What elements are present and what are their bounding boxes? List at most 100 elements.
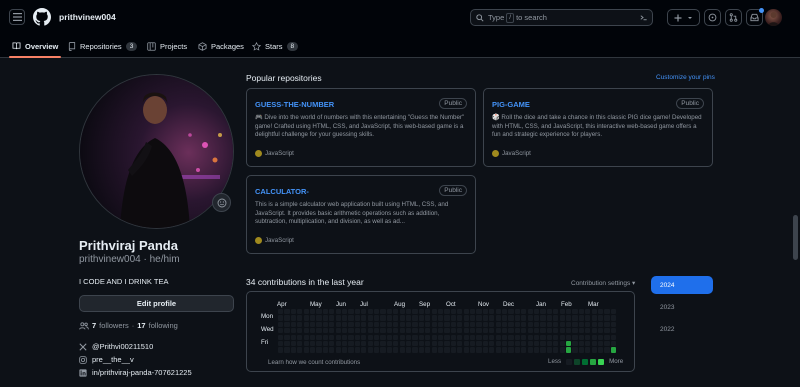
contribution-cell[interactable] (514, 309, 520, 315)
contribution-cell[interactable] (604, 328, 610, 334)
contribution-cell[interactable] (527, 334, 533, 340)
instagram-handle[interactable]: pre__the__v (92, 355, 134, 364)
contribution-cell[interactable] (546, 334, 552, 340)
year-button[interactable]: 2023 (651, 298, 713, 316)
contribution-cell[interactable] (553, 347, 559, 353)
contribution-cell[interactable] (553, 334, 559, 340)
contribution-cell[interactable] (444, 321, 450, 327)
contribution-cell[interactable] (284, 347, 290, 353)
contribution-cell[interactable] (546, 328, 552, 334)
contribution-cell[interactable] (303, 334, 309, 340)
contribution-cell[interactable] (406, 321, 412, 327)
contribution-cell[interactable] (342, 334, 348, 340)
contribution-cell[interactable] (380, 347, 386, 353)
contribution-cell[interactable] (284, 341, 290, 347)
social-linkedin[interactable]: in/prithviraj-panda-707621225 (79, 368, 192, 377)
contribution-cell[interactable] (297, 341, 303, 347)
contribution-cell[interactable] (610, 315, 616, 321)
contribution-cell[interactable] (591, 341, 597, 347)
contribution-cell[interactable] (322, 341, 328, 347)
contribution-cell[interactable] (534, 328, 540, 334)
contribution-cell[interactable] (566, 321, 572, 327)
contribution-cell[interactable] (489, 334, 495, 340)
contribution-cell[interactable] (604, 321, 610, 327)
contribution-cell[interactable] (527, 309, 533, 315)
create-new-button[interactable] (667, 9, 700, 26)
contribution-cell[interactable] (425, 341, 431, 347)
contribution-cell[interactable] (412, 321, 418, 327)
contribution-cell[interactable] (521, 309, 527, 315)
contribution-cell[interactable] (290, 341, 296, 347)
contribution-cell[interactable] (386, 321, 392, 327)
contribution-cell[interactable] (354, 347, 360, 353)
contribution-cell[interactable] (495, 315, 501, 321)
contribution-cell[interactable] (425, 334, 431, 340)
contribution-cell[interactable] (514, 347, 520, 353)
contribution-cell[interactable] (438, 341, 444, 347)
contribution-cell[interactable] (412, 334, 418, 340)
contribution-cell[interactable] (450, 321, 456, 327)
contribution-cell[interactable] (559, 315, 565, 321)
contribution-cell[interactable] (495, 328, 501, 334)
contribution-cell[interactable] (598, 341, 604, 347)
tab-packages[interactable]: Packages (198, 34, 244, 58)
contribution-cell[interactable] (374, 309, 380, 315)
contribution-cell[interactable] (348, 321, 354, 327)
contribution-cell[interactable] (450, 341, 456, 347)
header-username[interactable]: prithvinew004 (59, 12, 116, 22)
contribution-cell[interactable] (322, 315, 328, 321)
contribution-cell[interactable] (559, 334, 565, 340)
contribution-cell[interactable] (431, 341, 437, 347)
contribution-cell[interactable] (610, 341, 616, 347)
contribution-cell[interactable] (546, 341, 552, 347)
customize-pins-link[interactable]: Customize your pins (656, 74, 715, 81)
contribution-cell[interactable] (482, 309, 488, 315)
page-scrollbar[interactable] (793, 60, 798, 385)
contribution-cell[interactable] (444, 328, 450, 334)
contribution-cell[interactable] (572, 341, 578, 347)
contribution-cell[interactable] (546, 321, 552, 327)
contribution-cell[interactable] (476, 309, 482, 315)
contribution-cell[interactable] (444, 341, 450, 347)
contribution-cell[interactable] (316, 334, 322, 340)
contribution-cell[interactable] (572, 347, 578, 353)
contribution-cell[interactable] (374, 334, 380, 340)
contribution-cell[interactable] (572, 321, 578, 327)
contribution-cell[interactable] (514, 328, 520, 334)
contribution-cell[interactable] (604, 334, 610, 340)
linkedin-handle[interactable]: in/prithviraj-panda-707621225 (92, 368, 192, 377)
contribution-cell[interactable] (310, 334, 316, 340)
issues-button[interactable] (704, 9, 721, 26)
contribution-cell[interactable] (386, 328, 392, 334)
contribution-cell[interactable] (297, 315, 303, 321)
contribution-cell[interactable] (412, 309, 418, 315)
contribution-cell[interactable] (534, 347, 540, 353)
contribution-cell[interactable] (310, 328, 316, 334)
contribution-cell[interactable] (290, 315, 296, 321)
contribution-cell[interactable] (322, 334, 328, 340)
contribution-cell[interactable] (418, 328, 424, 334)
pull-requests-button[interactable] (725, 9, 742, 26)
contribution-cell[interactable] (578, 347, 584, 353)
contribution-cell[interactable] (559, 341, 565, 347)
contribution-cell[interactable] (502, 347, 508, 353)
contribution-cell[interactable] (508, 315, 514, 321)
edit-profile-button[interactable]: Edit profile (79, 295, 234, 312)
contribution-cell[interactable] (335, 347, 341, 353)
contribution-cell[interactable] (278, 321, 284, 327)
contribution-cell[interactable] (425, 309, 431, 315)
contribution-cell[interactable] (386, 334, 392, 340)
contribution-cell[interactable] (354, 309, 360, 315)
contribution-cell[interactable] (546, 315, 552, 321)
contribution-cell[interactable] (553, 321, 559, 327)
contribution-cell[interactable] (406, 309, 412, 315)
contribution-cell[interactable] (342, 328, 348, 334)
contribution-cell[interactable] (470, 315, 476, 321)
contribution-cell[interactable] (418, 315, 424, 321)
contribution-cell[interactable] (438, 334, 444, 340)
contribution-cell[interactable] (476, 315, 482, 321)
repo-name-link[interactable]: GUESS-THE-NUMBER (255, 100, 334, 109)
contribution-cell[interactable] (418, 321, 424, 327)
contribution-cell[interactable] (342, 321, 348, 327)
contribution-cell[interactable] (566, 341, 572, 347)
